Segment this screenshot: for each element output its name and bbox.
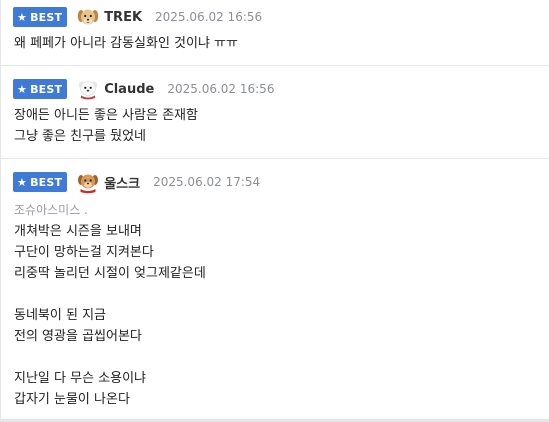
star-icon: ★ bbox=[17, 82, 28, 96]
comment-body: 왜 페페가 아니라 감동실화인 것이냐 ㅠㅠ bbox=[14, 33, 537, 54]
comment-line: 왜 페페가 아니라 감동실화인 것이냐 ㅠㅠ bbox=[14, 36, 238, 51]
comment-line: 전의 영광을 곱씹어본다 bbox=[14, 329, 142, 344]
comment-line: 갑자기 눈물이 나온다 bbox=[14, 392, 130, 407]
star-icon: ★ bbox=[17, 10, 28, 24]
comment-line bbox=[14, 284, 537, 305]
comment-line: 그냥 좋은 친구를 뒀었네 bbox=[14, 129, 146, 144]
best-badge: ★ BEST bbox=[13, 79, 68, 99]
comment-line: 장애든 아니든 좋은 사람은 존재함 bbox=[14, 108, 198, 123]
nickname[interactable]: 울스크 bbox=[104, 173, 140, 192]
puppy-icon[interactable] bbox=[76, 5, 100, 29]
comment-line: 지난일 다 무슨 소용이냐 bbox=[14, 371, 146, 386]
comment-list: ★ BEST TREK 2025.06.02 16:56 왜 페페가 아니라 감… bbox=[0, 0, 549, 422]
nickname[interactable]: TREK bbox=[104, 10, 142, 25]
white-puppy-icon[interactable] bbox=[76, 77, 100, 101]
comment-date: 2025.06.02 16:56 bbox=[155, 10, 263, 24]
best-badge-label: BEST bbox=[30, 10, 63, 24]
comment-line: 구단이 망하는걸 지켜본다 bbox=[14, 245, 154, 260]
comment-item: ★ BEST TREK 2025.06.02 16:56 왜 페페가 아니라 감… bbox=[1, 0, 549, 66]
comment-line bbox=[14, 347, 537, 368]
best-badge-label: BEST bbox=[30, 175, 63, 189]
comment-header: ★ BEST Claude 2025.06.02 16:56 bbox=[13, 77, 537, 101]
best-badge: ★ BEST bbox=[13, 7, 68, 27]
comment-item: ★ BEST 울스크 2025.06.02 17:54 조슈아스미스 . 개쳐박… bbox=[1, 159, 549, 422]
comment-item: ★ BEST Claude 2025.06.02 16:56 장애든 아니든 좋… bbox=[1, 66, 549, 159]
best-badge-label: BEST bbox=[30, 82, 63, 96]
brown-puppy-icon[interactable] bbox=[76, 170, 100, 194]
comment-body: 조슈아스미스 . 개쳐박은 시즌을 보내며 구단이 망하는걸 지켜본다 리중딱 … bbox=[14, 200, 537, 410]
comment-header: ★ BEST TREK 2025.06.02 16:56 bbox=[13, 5, 537, 29]
reply-to-mention[interactable]: 조슈아스미스 . bbox=[14, 200, 537, 221]
comment-header: ★ BEST 울스크 2025.06.02 17:54 bbox=[13, 170, 537, 194]
best-badge: ★ BEST bbox=[13, 172, 68, 192]
comment-line: 리중딱 놀리던 시절이 엊그제같은데 bbox=[14, 266, 206, 281]
comment-line: 개쳐박은 시즌을 보내며 bbox=[14, 224, 142, 239]
comment-body: 장애든 아니든 좋은 사람은 존재함 그냥 좋은 친구를 뒀었네 bbox=[14, 105, 537, 147]
comment-line: 동네북이 된 지금 bbox=[14, 308, 106, 323]
star-icon: ★ bbox=[17, 175, 28, 189]
comment-date: 2025.06.02 16:56 bbox=[167, 82, 275, 96]
nickname[interactable]: Claude bbox=[104, 82, 154, 97]
comment-date: 2025.06.02 17:54 bbox=[153, 175, 261, 189]
